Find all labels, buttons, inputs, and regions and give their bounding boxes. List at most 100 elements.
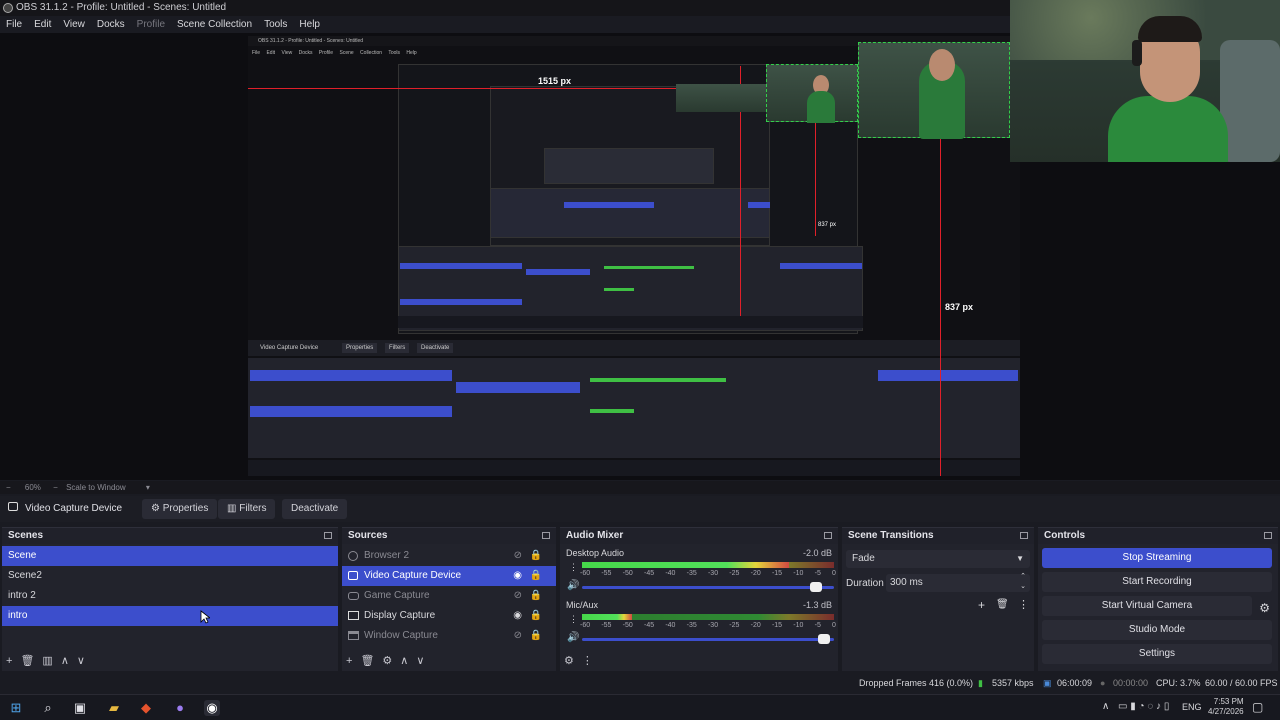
eye-icon[interactable]: ◉ — [513, 566, 522, 586]
add-icon[interactable]: + — [6, 655, 12, 667]
menu-profile[interactable]: Profile — [131, 16, 171, 33]
menu-file[interactable]: File — [0, 16, 28, 33]
volume-slider-handle[interactable] — [818, 634, 830, 644]
menu-scene-collection[interactable]: Scene Collection — [171, 16, 258, 33]
duration-value: 300 ms — [890, 577, 923, 588]
volume-slider-track[interactable] — [582, 586, 834, 589]
scene-item-intro[interactable]: intro — [2, 606, 338, 626]
tray-arrow-icon[interactable]: ∧ — [1102, 701, 1109, 712]
eye-hidden-icon[interactable]: ⊘ — [514, 546, 522, 566]
nested-scenes-sel-1 — [250, 370, 452, 381]
brave-browser-icon[interactable]: ◆ — [138, 700, 154, 716]
scene-item-scene[interactable]: Scene — [2, 546, 338, 566]
lock-icon[interactable]: 🔒 — [530, 606, 542, 626]
tray-icons[interactable]: ▭ ▮ ◔ ◌ ♪ ▯ — [1118, 701, 1169, 712]
down-icon[interactable]: ∨ — [416, 654, 424, 667]
kebab-icon[interactable]: ⋮ — [1018, 598, 1029, 611]
transitions-title: Scene Transitions — [848, 530, 934, 541]
add-icon[interactable]: + — [346, 655, 352, 667]
zoom-dropdown-icon[interactable]: ▾ — [146, 483, 150, 492]
signal-icon: ▮ — [978, 678, 983, 688]
volume-slider-handle[interactable] — [810, 582, 822, 592]
gear-icon[interactable]: ⚙ — [382, 654, 392, 667]
add-icon[interactable]: + — [978, 598, 985, 612]
clock[interactable]: 7:53 PM 4/27/2026 — [1208, 697, 1244, 717]
task-view-icon[interactable]: ▣ — [72, 700, 88, 716]
scenes-list: Scene Scene2 intro 2 intro — [2, 546, 338, 626]
gear-icon[interactable]: ⚙ — [564, 654, 574, 667]
tick-label: -5 — [814, 622, 821, 629]
popout-icon[interactable] — [1020, 532, 1028, 539]
stop-streaming-button[interactable]: Stop Streaming — [1042, 548, 1272, 568]
menu-help[interactable]: Help — [293, 16, 326, 33]
spin-arrows-icon[interactable]: ⌃ ⌄ — [1020, 572, 1026, 592]
lock-icon[interactable]: 🔒 — [530, 586, 542, 606]
eye-hidden-icon[interactable]: ⊘ — [514, 626, 522, 646]
zoom-minus-2-icon[interactable]: − — [53, 483, 58, 492]
eye-icon[interactable]: ◉ — [513, 606, 522, 626]
kebab-icon[interactable]: ⋮ — [569, 614, 578, 625]
popout-icon[interactable] — [1264, 532, 1272, 539]
lock-icon[interactable]: 🔒 — [530, 546, 542, 566]
obs-taskbar-icon[interactable]: ◉ — [204, 700, 220, 716]
headphone-icon — [1132, 40, 1142, 66]
gear-icon: ⚙ — [151, 503, 163, 514]
search-icon[interactable]: ⌕ — [40, 700, 56, 716]
trash-icon[interactable]: 🗑 — [996, 599, 1009, 610]
properties-button[interactable]: ⚙ Properties — [142, 499, 218, 519]
file-explorer-icon[interactable]: ▰ — [106, 700, 122, 716]
kebab-icon[interactable]: ⋮ — [582, 654, 593, 667]
tick-label: -60 — [580, 622, 591, 629]
transition-select[interactable]: Fade ▼ — [846, 550, 1030, 568]
filters-button[interactable]: ▥ Filters — [218, 499, 276, 519]
popout-icon[interactable] — [324, 532, 332, 539]
trash-icon[interactable]: 🗑 — [20, 654, 34, 667]
nested-bar-a — [564, 202, 654, 208]
nested-source-toolbar: Video Capture Device Properties Filters … — [248, 340, 1020, 356]
start-virtual-camera-button[interactable]: Start Virtual Camera — [1042, 596, 1252, 616]
gear-icon[interactable]: ⚙ — [1259, 601, 1270, 615]
source-item-window-capture[interactable]: Window Capture ⊘ 🔒 — [342, 626, 556, 646]
start-recording-button[interactable]: Start Recording — [1042, 572, 1272, 592]
lock-icon[interactable]: 🔒 — [530, 566, 542, 586]
scene-item-scene2[interactable]: Scene2 — [2, 566, 338, 586]
webcam-overlay — [1010, 0, 1280, 162]
zoom-minus-icon[interactable]: − — [6, 483, 11, 492]
windows-start-icon[interactable]: ⊞ — [8, 700, 24, 716]
chat-app-icon[interactable]: ● — [172, 700, 188, 716]
down-icon[interactable]: ∨ — [77, 654, 85, 667]
scale-to-window[interactable]: Scale to Window — [66, 483, 126, 492]
popout-icon[interactable] — [542, 532, 550, 539]
speaker-icon[interactable]: 🔊 — [567, 632, 579, 643]
notification-icon[interactable]: ▢ — [1252, 700, 1263, 714]
source-item-video-capture[interactable]: Video Capture Device ◉ 🔒 — [342, 566, 556, 586]
eye-hidden-icon[interactable]: ⊘ — [514, 586, 522, 606]
lock-icon[interactable]: 🔒 — [530, 626, 542, 646]
up-icon[interactable]: ∧ — [400, 654, 408, 667]
up-icon[interactable]: ∧ — [61, 654, 69, 667]
scene-item-intro-2[interactable]: intro 2 — [2, 586, 338, 606]
speaker-icon[interactable]: 🔊 — [567, 580, 579, 591]
deactivate-button[interactable]: Deactivate — [282, 499, 348, 519]
tick-label: -20 — [750, 570, 761, 577]
menu-bar: File Edit View Docks Profile Scene Collection… — [0, 16, 1010, 33]
studio-mode-button[interactable]: Studio Mode — [1042, 620, 1272, 640]
menu-tools[interactable]: Tools — [258, 16, 293, 33]
menu-docks[interactable]: Docks — [91, 16, 131, 33]
kebab-icon[interactable]: ⋮ — [569, 562, 578, 573]
language-indicator[interactable]: ENG — [1182, 702, 1202, 712]
settings-button[interactable]: Settings — [1042, 644, 1272, 664]
source-item-display-capture[interactable]: Display Capture ◉ 🔒 — [342, 606, 556, 626]
filter-icon[interactable]: ▥ — [42, 654, 52, 667]
menu-view[interactable]: View — [57, 16, 91, 33]
volume-slider-track[interactable] — [582, 638, 834, 641]
popout-icon[interactable] — [824, 532, 832, 539]
source-item-game-capture[interactable]: Game Capture ⊘ 🔒 — [342, 586, 556, 606]
preview-canvas[interactable]: OBS 31.1.2 - Profile: Untitled - Scenes:… — [248, 36, 1020, 476]
duration-input[interactable]: 300 ms ⌃ ⌄ — [886, 572, 1030, 592]
source-item-browser-2[interactable]: Browser 2 ⊘ 🔒 — [342, 546, 556, 566]
trash-icon[interactable]: 🗑 — [360, 654, 374, 667]
record-time: 00:00:00 — [1113, 678, 1149, 688]
properties-label: Properties — [162, 503, 209, 514]
menu-edit[interactable]: Edit — [28, 16, 57, 33]
